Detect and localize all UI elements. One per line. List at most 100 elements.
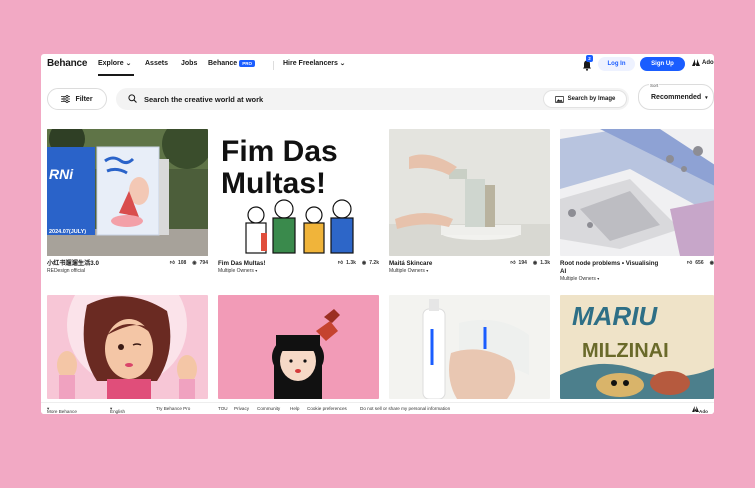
artwork-line-2: MILZINAI	[582, 340, 669, 362]
project-title[interactable]: 小红书遛遛生活3.0	[47, 260, 99, 268]
project-card[interactable]	[47, 295, 208, 399]
project-card[interactable]: Root node problems • Visualising AI Mult…	[560, 129, 714, 286]
adobe-logo-icon	[692, 59, 700, 66]
project-title[interactable]: Fim Das Multas!	[218, 260, 265, 268]
poster-side-text: RNi	[49, 166, 74, 182]
footer-tou[interactable]: TOU	[218, 406, 228, 411]
project-owner[interactable]: Multiple Owners ▾	[218, 268, 257, 274]
search-by-image-label: Search by Image	[567, 96, 616, 102]
project-card[interactable]: Maitá Skincare Multiple Owners ▾ 👍︎ 194 …	[389, 129, 550, 276]
view-count: 1.3k	[540, 260, 550, 266]
sort-value-text: Recommended	[651, 94, 702, 101]
eye-icon: ◉	[192, 260, 197, 266]
footer-more-behance-label: More Behance	[47, 409, 77, 414]
project-image-maita-skincare	[389, 129, 550, 256]
project-owner[interactable]: REDesign official	[47, 268, 85, 274]
footer-community[interactable]: Community	[257, 406, 280, 411]
footer-try-pro[interactable]: Try Behance Pro	[156, 406, 190, 411]
like-count: 656	[695, 260, 704, 266]
project-thumbnail[interactable]	[47, 295, 208, 399]
caret-down-icon: ▾	[255, 268, 258, 273]
project-thumbnail[interactable]	[389, 129, 550, 256]
footer-do-not-sell[interactable]: Do not sell or share my personal informa…	[360, 406, 450, 411]
project-owner[interactable]: Multiple Owners ▾	[389, 268, 428, 274]
sort-value: Recommended ▾	[651, 94, 708, 101]
project-card[interactable]	[389, 295, 550, 399]
top-nav: Behance Explore ⌄ Assets Jobs Behance PR…	[41, 54, 714, 76]
caret-down-icon: ▾	[426, 268, 429, 273]
project-title[interactable]: Root node problems • Visualising AI	[560, 260, 658, 276]
thumbs-up-icon: 👍︎	[687, 260, 693, 266]
project-card[interactable]: MARIU MILZINAI	[560, 295, 714, 399]
thumbs-up-icon: 👍︎	[510, 260, 516, 266]
footer: More Behance ▾ English ▾ Try Behance Pro…	[41, 402, 714, 414]
behance-window: Behance Explore ⌄ Assets Jobs Behance PR…	[41, 54, 714, 414]
search-input[interactable]: Search the creative world at work	[144, 95, 263, 104]
footer-more-behance[interactable]: More Behance ▾	[47, 406, 77, 414]
nav-hire-freelancers[interactable]: Hire Freelancers ⌄	[283, 60, 345, 67]
notification-badge: 2	[586, 55, 593, 62]
project-card[interactable]: RNi 2024.07(JULY) 小红书遛遛生活3.0 REDesign of…	[47, 129, 208, 276]
chevron-down-icon: ⌄	[339, 61, 346, 67]
project-meta: Fim Das Multas! Multiple Owners ▾ 👍︎ 1.3…	[218, 256, 379, 276]
project-meta: Maitá Skincare Multiple Owners ▾ 👍︎ 194 …	[389, 256, 550, 276]
project-thumbnail[interactable]	[560, 129, 714, 256]
project-image-fim-das-multas: Fim Das Multas!	[218, 129, 379, 256]
filter-button[interactable]: Filter	[47, 88, 107, 110]
nav-behance-pro[interactable]: Behance PRO	[208, 60, 255, 67]
project-stats: 👍︎ 108 ◉ 794	[170, 260, 208, 266]
project-title[interactable]: Maitá Skincare	[389, 260, 432, 268]
project-owner[interactable]: Multiple Owners ▾	[560, 276, 599, 282]
nav-hire-label: Hire Freelancers	[283, 60, 338, 67]
nav-explore-label: Explore	[98, 60, 124, 67]
project-image-mariu-milzinai: MARIU MILZINAI	[560, 295, 714, 399]
artwork-line-1: Fim Das	[221, 135, 338, 168]
sliders-icon	[61, 95, 71, 103]
project-image-redesign: RNi 2024.07(JULY)	[47, 129, 208, 256]
caret-down-icon: ▾	[597, 276, 600, 281]
nav-jobs[interactable]: Jobs	[181, 60, 197, 67]
behance-logo[interactable]: Behance	[47, 58, 87, 69]
search-bar[interactable]: Search the creative world at work Search…	[116, 88, 629, 110]
nav-assets[interactable]: Assets	[145, 60, 168, 67]
signup-button[interactable]: Sign Up	[640, 57, 685, 71]
project-card[interactable]: Fim Das Multas! Fim Das Multas! Multiple…	[218, 129, 379, 276]
project-thumbnail[interactable]	[389, 295, 550, 399]
nav-explore[interactable]: Explore ⌄	[98, 60, 131, 67]
footer-language[interactable]: English ▾	[110, 406, 125, 414]
sort-dropdown[interactable]: Sort Recommended ▾	[638, 83, 714, 110]
project-thumbnail[interactable]	[218, 295, 379, 399]
filter-label: Filter	[75, 95, 93, 103]
pro-badge: PRO	[239, 60, 255, 67]
footer-cookie-preferences[interactable]: Cookie preferences	[307, 406, 347, 411]
footer-help[interactable]: Help	[290, 406, 299, 411]
project-owner-label: Multiple Owners	[389, 268, 425, 274]
search-by-image-button[interactable]: Search by Image	[543, 90, 627, 108]
image-icon	[554, 95, 564, 103]
project-title-line-2: AI	[560, 268, 567, 275]
adobe-label: Ado	[702, 59, 714, 66]
footer-adobe[interactable]: Ado	[692, 406, 708, 414]
poster-year-text: 2024.07(JULY)	[49, 229, 86, 235]
project-thumbnail[interactable]: MARIU MILZINAI	[560, 295, 714, 399]
like-count: 1.3k	[346, 260, 356, 266]
project-image-bottles	[389, 295, 550, 399]
like-count: 194	[518, 260, 527, 266]
footer-privacy[interactable]: Privacy	[234, 406, 249, 411]
eye-icon: ◉	[532, 260, 538, 266]
sort-label: Sort	[649, 83, 660, 88]
project-meta: 小红书遛遛生活3.0 REDesign official 👍︎ 108 ◉ 79…	[47, 256, 208, 276]
login-button[interactable]: Log In	[598, 57, 635, 71]
adobe-link[interactable]: Ado	[692, 59, 714, 66]
eye-icon: ◉	[709, 260, 714, 266]
nav-divider	[273, 61, 274, 70]
eye-icon: ◉	[361, 260, 367, 266]
search-icon	[128, 94, 137, 103]
project-image-pink-illustration	[47, 295, 208, 399]
project-thumbnail[interactable]: Fim Das Multas!	[218, 129, 379, 256]
project-card[interactable]	[218, 295, 379, 399]
project-thumbnail[interactable]: RNi 2024.07(JULY)	[47, 129, 208, 256]
footer-adobe-label: Ado	[699, 409, 708, 414]
artwork-line-1: MARIU	[572, 301, 658, 331]
project-owner-label: Multiple Owners	[218, 268, 254, 274]
